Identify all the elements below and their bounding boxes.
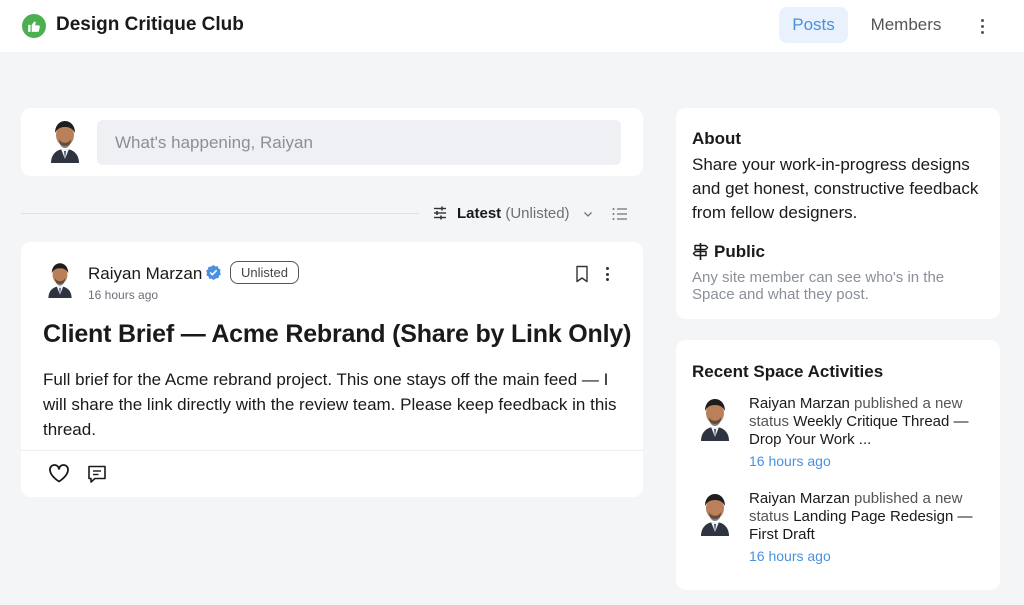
activity-text: Raiyan Marzan published a new status Wee…	[749, 395, 989, 449]
post-options-icon[interactable]	[599, 264, 615, 284]
activity-time[interactable]: 16 hours ago	[749, 548, 831, 564]
visibility-label: Public	[714, 242, 766, 261]
post-title[interactable]: Client Brief — Acme Rebrand (Share by Li…	[43, 320, 633, 349]
activity-item[interactable]: Raiyan Marzan published a new status Lan…	[676, 490, 1000, 574]
post-divider	[21, 450, 643, 451]
more-options-icon[interactable]	[972, 14, 992, 38]
activity-actor[interactable]: Raiyan Marzan	[749, 490, 850, 507]
top-bar: Design Critique Club Posts Members	[0, 0, 1024, 52]
avatar[interactable]	[698, 395, 732, 441]
post-body: Full brief for the Acme rebrand project.…	[43, 370, 617, 439]
about-title: About	[692, 129, 742, 148]
space-title[interactable]: Design Critique Club	[56, 14, 244, 36]
verified-badge-icon	[206, 264, 221, 281]
author-name[interactable]: Raiyan Marzan	[88, 264, 202, 284]
activity-actor[interactable]: Raiyan Marzan	[749, 395, 850, 412]
sort-dropdown[interactable]: Latest (Unlisted)	[457, 205, 570, 222]
composer-input[interactable]	[97, 120, 621, 165]
sort-label: Latest	[457, 205, 502, 222]
about-card: About Share your work-in-progress design…	[676, 108, 1000, 319]
filter-sliders-icon[interactable]	[432, 205, 448, 221]
list-view-icon[interactable]	[611, 205, 629, 223]
unlisted-badge: Unlisted	[230, 261, 299, 284]
comment-icon[interactable]	[86, 463, 108, 485]
tab-posts[interactable]: Posts	[779, 7, 848, 43]
activity-text: Raiyan Marzan published a new status Lan…	[749, 490, 989, 544]
visibility-description: Any site member can see who's in the Spa…	[692, 269, 945, 303]
thumbs-up-icon[interactable]	[22, 14, 46, 38]
sort-qualifier: (Unlisted)	[505, 205, 570, 222]
avatar	[48, 117, 82, 163]
activities-title: Recent Space Activities	[692, 362, 884, 381]
avatar[interactable]	[698, 490, 732, 536]
recent-activities-card: Recent Space Activities Raiyan Marzan pu…	[676, 340, 1000, 590]
bookmark-icon[interactable]	[574, 265, 590, 283]
activity-time[interactable]: 16 hours ago	[749, 453, 831, 469]
activity-item[interactable]: Raiyan Marzan published a new status Wee…	[676, 395, 1000, 479]
feed-divider	[21, 213, 419, 214]
post-timestamp[interactable]: 16 hours ago	[88, 288, 158, 302]
post-card[interactable]: Raiyan Marzan Unlisted 16 hours ago Clie…	[21, 242, 643, 497]
about-description: Share your work-in-progress designs and …	[692, 155, 979, 222]
author-avatar[interactable]	[45, 260, 75, 298]
tab-members[interactable]: Members	[862, 7, 950, 43]
heart-icon[interactable]	[48, 463, 70, 483]
post-composer	[21, 108, 643, 176]
signpost-icon	[692, 243, 709, 260]
chevron-down-icon[interactable]	[582, 208, 594, 220]
